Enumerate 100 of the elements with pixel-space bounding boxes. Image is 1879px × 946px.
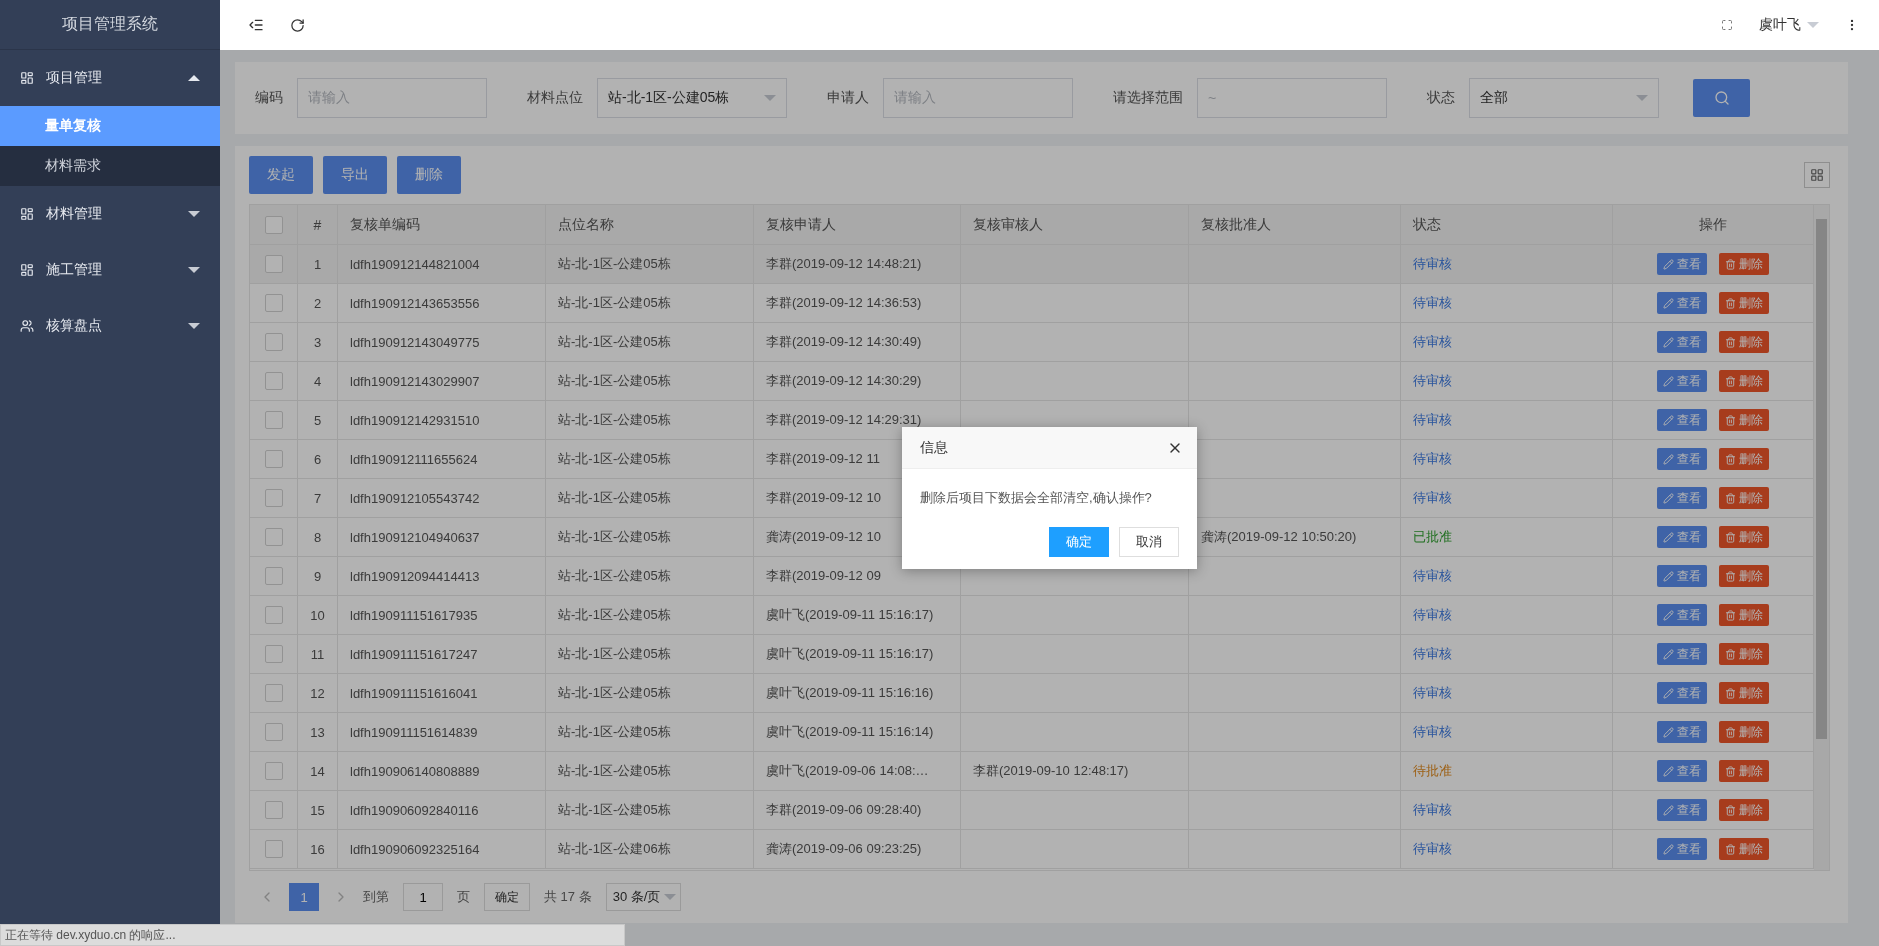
view-button[interactable]: 查看 <box>1657 409 1707 431</box>
checkbox[interactable] <box>264 333 283 351</box>
view-button[interactable]: 查看 <box>1657 838 1707 860</box>
delete-button[interactable]: 删除 <box>1719 331 1769 353</box>
page-size-select[interactable]: 30 条/页 <box>605 883 681 911</box>
delete-button[interactable]: 删除 <box>1719 565 1769 587</box>
checkbox[interactable] <box>264 567 283 585</box>
table-cell: ldfh190911151614839 <box>338 713 546 752</box>
menu-item[interactable]: 项目管理 <box>0 50 220 106</box>
submenu-item[interactable]: 量单复核 <box>0 106 220 146</box>
page-button[interactable]: 1 <box>289 883 319 911</box>
filter-label: 编码 <box>255 89 283 107</box>
table-cell: 李群(2019-09-06 09:28:40) <box>754 791 961 830</box>
view-button[interactable]: 查看 <box>1657 682 1707 704</box>
checkbox[interactable] <box>264 372 283 390</box>
delete-button[interactable]: 删除 <box>1719 760 1769 782</box>
checkbox[interactable] <box>264 489 283 507</box>
view-button[interactable]: 查看 <box>1657 526 1707 548</box>
pencil-icon <box>1663 297 1674 309</box>
delete-button[interactable]: 删除 <box>1719 292 1769 314</box>
table-cell: 龚涛(2019-09-06 09:23:25) <box>754 830 961 869</box>
table-cell: 6 <box>298 440 338 479</box>
checkbox[interactable] <box>264 255 283 273</box>
view-button[interactable]: 查看 <box>1657 565 1707 587</box>
checkbox[interactable] <box>264 840 283 858</box>
scrollbar[interactable] <box>1814 205 1829 870</box>
header-cell: 操作 <box>1613 205 1814 245</box>
caret-icon <box>188 323 200 329</box>
select-field[interactable]: 全部 <box>1469 78 1659 118</box>
header-cell: 状态 <box>1401 205 1613 245</box>
cancel-button[interactable]: 取消 <box>1119 527 1179 557</box>
go-button[interactable]: 确定 <box>484 883 530 911</box>
view-button[interactable]: 查看 <box>1657 487 1707 509</box>
toolbar-button[interactable]: 发起 <box>249 156 313 194</box>
view-button[interactable]: 查看 <box>1657 331 1707 353</box>
filter-label: 请选择范围 <box>1113 89 1183 107</box>
table-cell: 李群(2019-09-12 14:29:31) <box>754 401 961 440</box>
toolbar-button[interactable]: 删除 <box>397 156 461 194</box>
checkbox[interactable] <box>264 294 283 312</box>
checkbox[interactable] <box>264 801 283 819</box>
fullscreen-icon[interactable] <box>1721 19 1733 31</box>
view-button[interactable]: 查看 <box>1657 370 1707 392</box>
pencil-icon <box>1663 843 1674 855</box>
toolbar-button[interactable]: 导出 <box>323 156 387 194</box>
view-button[interactable]: 查看 <box>1657 253 1707 275</box>
columns-button[interactable] <box>1804 162 1830 188</box>
checkbox[interactable] <box>264 762 283 780</box>
select-field[interactable]: 站-北-1区-公建05栋 <box>597 78 787 118</box>
pencil-icon <box>1663 687 1674 699</box>
table-cell: 站-北-1区-公建05栋 <box>546 362 754 401</box>
delete-button[interactable]: 删除 <box>1719 526 1769 548</box>
page-input[interactable]: 1 <box>403 883 443 911</box>
menu-item[interactable]: 材料管理 <box>0 186 220 242</box>
table-cell: ldfh190912143049775 <box>338 323 546 362</box>
table-cell: 3 <box>298 323 338 362</box>
table-cell: 7 <box>298 479 338 518</box>
delete-button[interactable]: 删除 <box>1719 604 1769 626</box>
header-cell: 复核单编码 <box>338 205 546 245</box>
user-menu[interactable]: 虞叶飞 <box>1759 16 1819 34</box>
pencil-icon <box>1663 531 1674 543</box>
checkbox[interactable] <box>264 450 283 468</box>
view-button[interactable]: 查看 <box>1657 643 1707 665</box>
view-button[interactable]: 查看 <box>1657 760 1707 782</box>
input-field[interactable]: ~ <box>1197 78 1387 118</box>
checkbox[interactable] <box>264 215 283 234</box>
checkbox[interactable] <box>264 528 283 546</box>
delete-button[interactable]: 删除 <box>1719 448 1769 470</box>
view-button[interactable]: 查看 <box>1657 799 1707 821</box>
checkbox[interactable] <box>264 606 283 624</box>
caret-icon <box>1636 95 1648 101</box>
goto-label: 到第 <box>363 888 389 906</box>
collapse-menu-icon[interactable] <box>248 17 264 33</box>
delete-button[interactable]: 删除 <box>1719 409 1769 431</box>
trash-icon <box>1725 375 1736 387</box>
confirm-button[interactable]: 确定 <box>1049 527 1109 557</box>
checkbox[interactable] <box>264 684 283 702</box>
view-button[interactable]: 查看 <box>1657 721 1707 743</box>
search-button[interactable] <box>1693 79 1750 117</box>
checkbox[interactable] <box>264 645 283 663</box>
checkbox[interactable] <box>264 411 283 429</box>
view-button[interactable]: 查看 <box>1657 604 1707 626</box>
menu-item[interactable]: 施工管理 <box>0 242 220 298</box>
delete-button[interactable]: 删除 <box>1719 721 1769 743</box>
view-button[interactable]: 查看 <box>1657 292 1707 314</box>
table-cell: 1 <box>298 245 338 284</box>
delete-button[interactable]: 删除 <box>1719 253 1769 275</box>
checkbox[interactable] <box>264 723 283 741</box>
delete-button[interactable]: 删除 <box>1719 643 1769 665</box>
delete-button[interactable]: 删除 <box>1719 370 1769 392</box>
menu-item[interactable]: 核算盘点 <box>0 298 220 354</box>
refresh-icon[interactable] <box>290 17 305 33</box>
table-cell: 李群(2019-09-12 14:30:29) <box>754 362 961 401</box>
delete-button[interactable]: 删除 <box>1719 682 1769 704</box>
delete-button[interactable]: 删除 <box>1719 799 1769 821</box>
table-cell: ldfh190906092840116 <box>338 791 546 830</box>
submenu-item[interactable]: 材料需求 <box>0 146 220 186</box>
delete-button[interactable]: 删除 <box>1719 838 1769 860</box>
delete-button[interactable]: 删除 <box>1719 487 1769 509</box>
filter-label: 材料点位 <box>527 89 583 107</box>
view-button[interactable]: 查看 <box>1657 448 1707 470</box>
